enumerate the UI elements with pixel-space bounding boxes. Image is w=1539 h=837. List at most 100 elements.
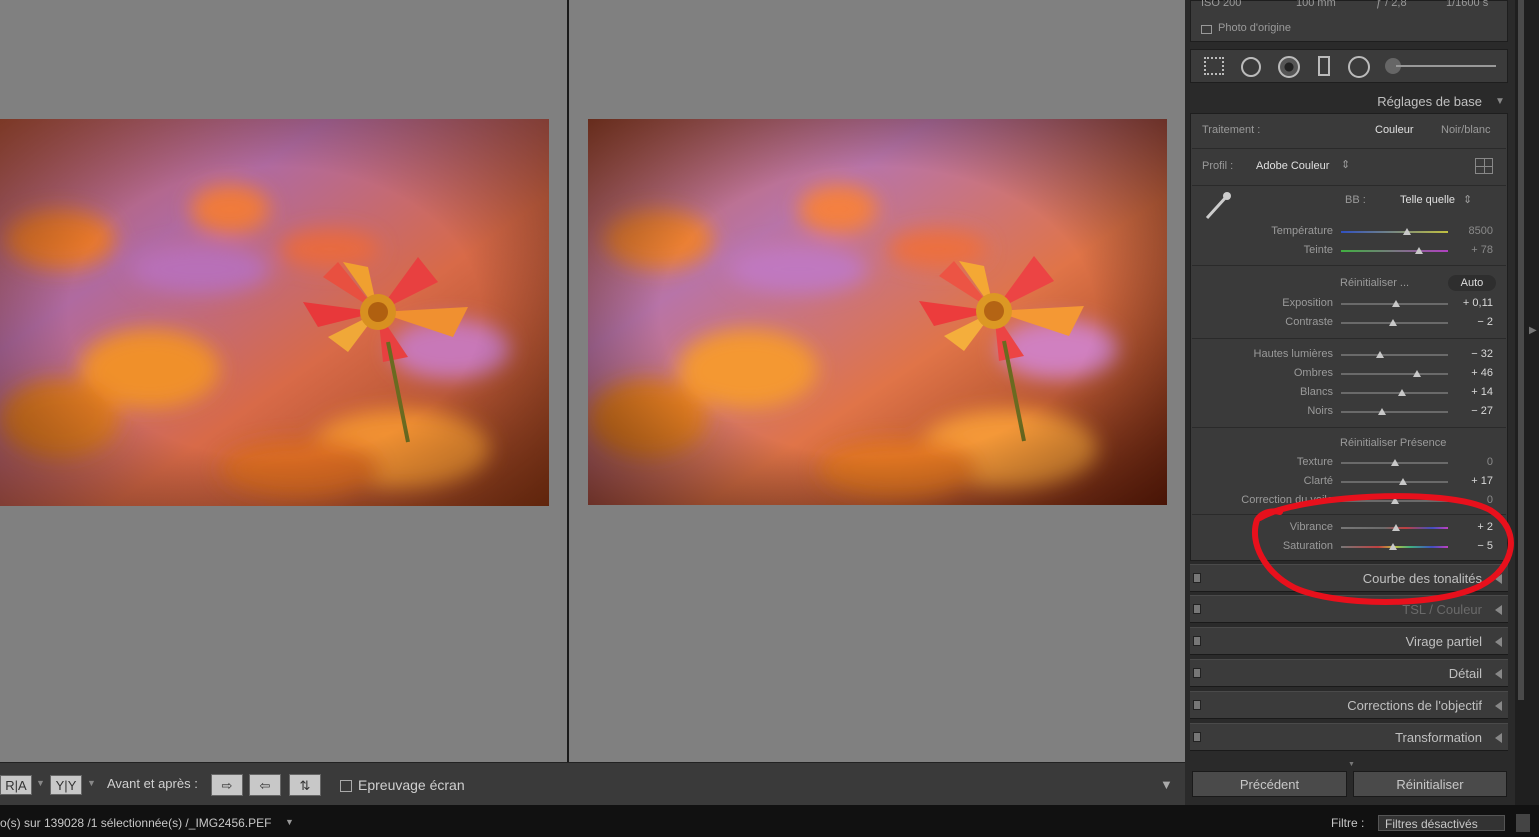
blacks-value[interactable]: − 27 bbox=[1443, 405, 1493, 417]
treatment-color-option[interactable]: Couleur bbox=[1375, 124, 1414, 136]
clarity-slider-thumb[interactable] bbox=[1399, 478, 1407, 485]
blacks-label: Noirs bbox=[1307, 405, 1333, 417]
soft-proof-checkbox[interactable] bbox=[340, 780, 352, 792]
texture-value[interactable]: 0 bbox=[1443, 456, 1493, 468]
original-photo-checkbox[interactable] bbox=[1201, 25, 1212, 34]
exposure-value[interactable]: + 0,11 bbox=[1443, 297, 1493, 309]
divider bbox=[1192, 148, 1506, 149]
copy-after-to-before-icon[interactable]: ⇦ bbox=[249, 774, 281, 796]
section-expand-icon[interactable] bbox=[1495, 733, 1502, 743]
tint-value[interactable]: + 78 bbox=[1443, 244, 1493, 256]
panel-toggle-switch-icon[interactable] bbox=[1193, 668, 1201, 678]
panel-toggle-switch-icon[interactable] bbox=[1193, 732, 1201, 742]
view-ra-button[interactable]: R|A bbox=[0, 775, 32, 795]
temperature-slider[interactable] bbox=[1341, 231, 1448, 233]
clarity-label: Clarté bbox=[1303, 475, 1333, 487]
tint-slider-thumb[interactable] bbox=[1415, 247, 1423, 254]
contrast-slider-thumb[interactable] bbox=[1389, 319, 1397, 326]
whites-slider[interactable] bbox=[1341, 392, 1448, 394]
panel-toggle-switch-icon[interactable] bbox=[1193, 636, 1201, 646]
exif-iso: ISO 200 bbox=[1201, 0, 1242, 9]
radial-filter-icon[interactable] bbox=[1348, 56, 1370, 78]
clarity-value[interactable]: + 17 bbox=[1443, 475, 1493, 487]
wb-dropdown-icon[interactable]: ⇕ bbox=[1463, 193, 1472, 206]
basic-panel-header[interactable]: Réglages de base bbox=[1300, 94, 1482, 109]
tool-strip bbox=[1190, 49, 1508, 83]
shadows-value[interactable]: + 46 bbox=[1443, 367, 1493, 379]
basic-panel-collapse-icon[interactable]: ▼ bbox=[1495, 96, 1505, 107]
divider bbox=[1192, 185, 1506, 186]
toolbar-menu-chevron-icon[interactable]: ▼ bbox=[1160, 777, 1173, 792]
contrast-value[interactable]: − 2 bbox=[1443, 316, 1493, 328]
spot-removal-icon[interactable] bbox=[1241, 57, 1261, 77]
before-after-label: Avant et après : bbox=[107, 776, 198, 791]
highlights-value[interactable]: − 32 bbox=[1443, 348, 1493, 360]
crop-tool-icon[interactable] bbox=[1204, 57, 1224, 75]
temperature-label: Température bbox=[1271, 225, 1333, 237]
panel-scrollbar[interactable]: ▶ bbox=[1515, 0, 1539, 805]
profile-dropdown-icon[interactable]: ⇕ bbox=[1341, 158, 1350, 171]
histogram-info-box: ISO 200 100 mm ƒ / 2,8 1/1600 s Photo d'… bbox=[1190, 0, 1508, 42]
presence-reset-link[interactable]: Réinitialiser Présence bbox=[1340, 437, 1446, 449]
divider bbox=[1192, 338, 1506, 339]
section-split-toning[interactable]: Virage partiel bbox=[1190, 627, 1508, 655]
texture-label: Texture bbox=[1296, 456, 1333, 468]
section-expand-icon[interactable] bbox=[1495, 701, 1502, 711]
section-detail-label: Détail bbox=[1448, 666, 1482, 681]
texture-slider-thumb[interactable] bbox=[1391, 459, 1399, 466]
graduated-filter-icon[interactable] bbox=[1318, 56, 1330, 76]
divider bbox=[1192, 427, 1506, 428]
before-photo[interactable] bbox=[0, 119, 549, 506]
shadows-label: Ombres bbox=[1293, 367, 1333, 379]
highlights-slider[interactable] bbox=[1341, 354, 1448, 356]
view-yy-dropdown-icon[interactable]: ▼ bbox=[87, 778, 96, 788]
view-yy-button[interactable]: Y|Y bbox=[50, 775, 82, 795]
brush-slider[interactable] bbox=[1396, 65, 1496, 67]
previous-button[interactable]: Précédent bbox=[1192, 771, 1347, 797]
treatment-bw-option[interactable]: Noir/blanc bbox=[1441, 124, 1491, 136]
view-ra-dropdown-icon[interactable]: ▼ bbox=[36, 778, 45, 788]
whites-value[interactable]: + 14 bbox=[1443, 386, 1493, 398]
reset-button[interactable]: Réinitialiser bbox=[1353, 771, 1507, 797]
swap-before-after-icon[interactable]: ⇅ bbox=[289, 774, 321, 796]
path-dropdown-icon[interactable]: ▼ bbox=[285, 817, 294, 827]
after-photo[interactable] bbox=[588, 119, 1167, 505]
shadows-slider[interactable] bbox=[1341, 373, 1448, 375]
highlights-slider-thumb[interactable] bbox=[1376, 351, 1384, 358]
shadows-slider-thumb[interactable] bbox=[1413, 370, 1421, 377]
filter-label: Filtre : bbox=[1331, 816, 1365, 830]
copy-before-to-after-icon[interactable]: ⇨ bbox=[211, 774, 243, 796]
wb-eyedropper-icon[interactable] bbox=[1201, 188, 1235, 224]
temperature-slider-thumb[interactable] bbox=[1403, 228, 1411, 235]
section-transform[interactable]: Transformation bbox=[1190, 723, 1508, 751]
auto-button[interactable]: Auto bbox=[1448, 275, 1496, 291]
panel-toggle-switch-icon[interactable] bbox=[1193, 604, 1201, 614]
exposure-slider-thumb[interactable] bbox=[1392, 300, 1400, 307]
filmstrip-status-bar: o(s) sur 139028 /1 sélectionnée(s) /_IMG… bbox=[0, 805, 1539, 837]
clarity-slider[interactable] bbox=[1341, 481, 1448, 483]
filter-select-value: Filtres désactivés bbox=[1385, 817, 1478, 831]
profile-select[interactable]: Adobe Couleur bbox=[1256, 160, 1329, 172]
whites-slider-thumb[interactable] bbox=[1398, 389, 1406, 396]
panel-toggle-switch-icon[interactable] bbox=[1193, 573, 1201, 583]
tone-reset-link[interactable]: Réinitialiser ... bbox=[1340, 277, 1409, 289]
section-lens-corrections-label: Corrections de l'objectif bbox=[1347, 698, 1482, 713]
filter-select[interactable]: Filtres désactivés bbox=[1378, 815, 1505, 831]
section-expand-icon[interactable] bbox=[1495, 669, 1502, 679]
profile-browser-icon[interactable] bbox=[1475, 158, 1493, 174]
blacks-slider-thumb[interactable] bbox=[1378, 408, 1386, 415]
treatment-label: Traitement : bbox=[1202, 124, 1261, 136]
wb-select[interactable]: Telle quelle bbox=[1400, 194, 1455, 206]
section-detail[interactable]: Détail bbox=[1190, 659, 1508, 687]
tint-slider[interactable] bbox=[1341, 250, 1448, 252]
panel-collapse-arrow-icon[interactable]: ▶ bbox=[1529, 325, 1537, 336]
filter-lock-icon[interactable] bbox=[1516, 814, 1530, 832]
panel-toggle-switch-icon[interactable] bbox=[1193, 700, 1201, 710]
divider bbox=[1192, 265, 1506, 266]
section-lens-corrections[interactable]: Corrections de l'objectif bbox=[1190, 691, 1508, 719]
temperature-value[interactable]: 8500 bbox=[1443, 225, 1493, 237]
section-expand-icon[interactable] bbox=[1495, 637, 1502, 647]
wb-label: BB : bbox=[1345, 194, 1366, 206]
blacks-slider[interactable] bbox=[1341, 411, 1448, 413]
red-eye-icon[interactable] bbox=[1278, 56, 1300, 78]
